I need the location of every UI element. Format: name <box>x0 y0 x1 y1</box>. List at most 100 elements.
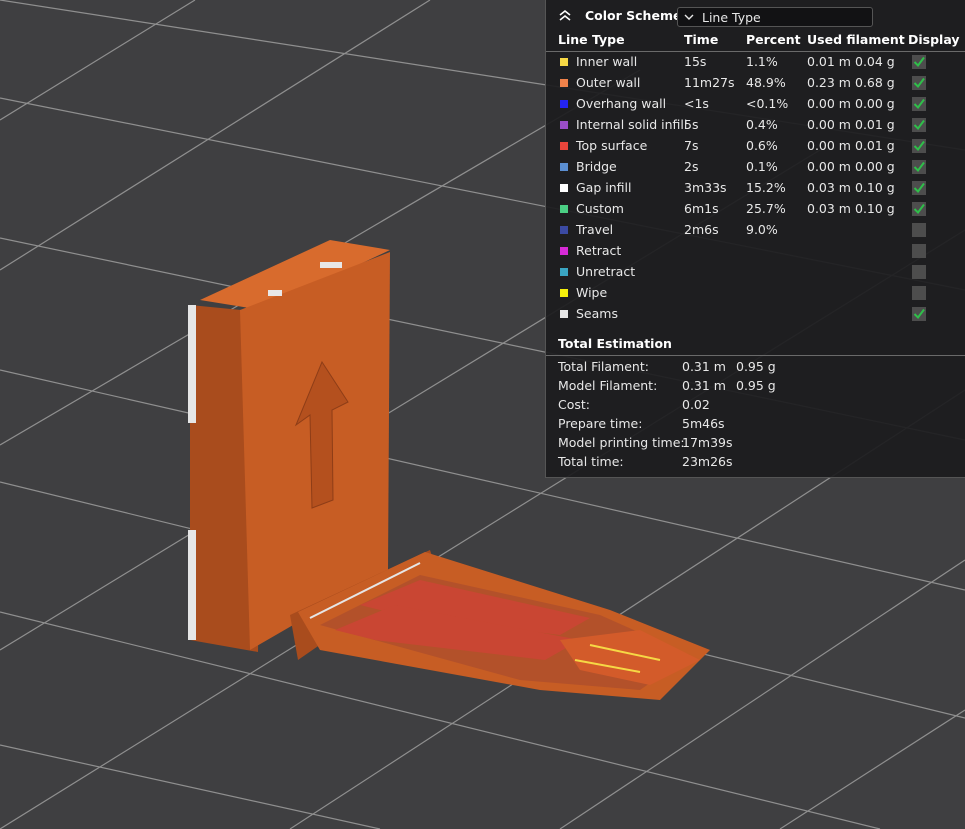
display-checkbox[interactable] <box>912 181 926 195</box>
color-swatch <box>560 268 568 276</box>
total-value: 17m39s <box>682 435 733 450</box>
legend-row[interactable]: Inner wall 15s 1.1% 0.01 m 0.04 g <box>546 52 965 73</box>
check-icon <box>913 161 925 173</box>
line-type-percent: 1.1% <box>746 54 778 69</box>
total-value: 0.31 m <box>682 378 726 393</box>
display-checkbox[interactable] <box>912 118 926 132</box>
color-swatch <box>560 163 568 171</box>
color-swatch <box>560 226 568 234</box>
color-swatch <box>560 310 568 318</box>
total-label: Total time: <box>558 454 624 469</box>
line-type-percent: <0.1% <box>746 96 789 111</box>
check-icon <box>913 140 925 152</box>
line-type-length: 0.00 m <box>807 96 851 111</box>
line-type-name: Seams <box>576 306 618 321</box>
total-row: Model printing time: 17m39s <box>546 434 965 453</box>
legend-row[interactable]: Travel 2m6s 9.0% <box>546 220 965 241</box>
line-type-weight: 0.01 g <box>855 138 895 153</box>
line-type-weight: 0.04 g <box>855 54 895 69</box>
line-type-time: 7s <box>684 138 699 153</box>
col-header-display: Display <box>908 32 960 47</box>
display-checkbox[interactable] <box>912 76 926 90</box>
total-row: Model Filament: 0.31 m 0.95 g <box>546 377 965 396</box>
display-checkbox[interactable] <box>912 265 926 279</box>
display-checkbox[interactable] <box>912 286 926 300</box>
line-type-weight: 0.01 g <box>855 117 895 132</box>
check-icon <box>913 308 925 320</box>
line-type-percent: 48.9% <box>746 75 786 90</box>
check-icon <box>913 203 925 215</box>
totals-divider <box>546 355 965 356</box>
check-icon <box>913 77 925 89</box>
chevron-down-icon <box>684 14 694 20</box>
line-type-time: <1s <box>684 96 709 111</box>
total-row: Cost: 0.02 <box>546 396 965 415</box>
check-icon <box>913 56 925 68</box>
col-header-time: Time <box>684 32 719 47</box>
display-checkbox[interactable] <box>912 223 926 237</box>
line-type-name: Bridge <box>576 159 617 174</box>
line-type-name: Overhang wall <box>576 96 667 111</box>
color-scheme-row: Color Scheme Line Type <box>546 4 965 28</box>
color-swatch <box>560 184 568 192</box>
col-header-used-filament: Used filament <box>807 32 905 47</box>
color-swatch <box>560 100 568 108</box>
collapse-chevron-icon[interactable] <box>558 9 572 21</box>
total-estimation-title: Total Estimation <box>558 336 672 351</box>
check-icon <box>913 119 925 131</box>
legend-row[interactable]: Internal solid infill 5s 0.4% 0.00 m 0.01 g <box>546 115 965 136</box>
line-type-name: Inner wall <box>576 54 638 69</box>
line-type-length: 0.00 m <box>807 138 851 153</box>
legend-row[interactable]: Outer wall 11m27s 48.9% 0.23 m 0.68 g <box>546 73 965 94</box>
total-value: 23m26s <box>682 454 733 469</box>
line-type-time: 3m33s <box>684 180 727 195</box>
total-value: 0.31 m <box>682 359 726 374</box>
color-scheme-label: Color Scheme <box>585 8 682 23</box>
check-icon <box>913 182 925 194</box>
line-type-length: 0.23 m <box>807 75 851 90</box>
line-type-percent: 9.0% <box>746 222 778 237</box>
line-type-percent: 0.6% <box>746 138 778 153</box>
color-swatch <box>560 121 568 129</box>
line-type-length: 0.00 m <box>807 117 851 132</box>
line-type-length: 0.03 m <box>807 201 851 216</box>
line-type-weight: 0.00 g <box>855 159 895 174</box>
legend-row[interactable]: Unretract <box>546 262 965 283</box>
total-row: Prepare time: 5m46s <box>546 415 965 434</box>
display-checkbox[interactable] <box>912 244 926 258</box>
check-icon <box>913 98 925 110</box>
color-swatch <box>560 247 568 255</box>
color-swatch <box>560 142 568 150</box>
display-checkbox[interactable] <box>912 202 926 216</box>
legend-row[interactable]: Overhang wall <1s <0.1% 0.00 m 0.00 g <box>546 94 965 115</box>
line-type-name: Gap infill <box>576 180 632 195</box>
total-value: 5m46s <box>682 416 725 431</box>
line-type-percent: 25.7% <box>746 201 786 216</box>
line-type-name: Outer wall <box>576 75 641 90</box>
line-type-time: 2s <box>684 159 699 174</box>
display-checkbox[interactable] <box>912 55 926 69</box>
color-swatch <box>560 205 568 213</box>
display-checkbox[interactable] <box>912 160 926 174</box>
legend-row[interactable]: Custom 6m1s 25.7% 0.03 m 0.10 g <box>546 199 965 220</box>
legend-row[interactable]: Bridge 2s 0.1% 0.00 m 0.00 g <box>546 157 965 178</box>
line-type-time: 5s <box>684 117 699 132</box>
line-type-percent: 0.4% <box>746 117 778 132</box>
total-value-secondary: 0.95 g <box>736 359 776 374</box>
line-type-time: 6m1s <box>684 201 719 216</box>
line-type-time: 15s <box>684 54 707 69</box>
display-checkbox[interactable] <box>912 139 926 153</box>
legend-row[interactable]: Wipe <box>546 283 965 304</box>
line-type-weight: 0.68 g <box>855 75 895 90</box>
legend-row[interactable]: Top surface 7s 0.6% 0.00 m 0.01 g <box>546 136 965 157</box>
legend-row[interactable]: Seams <box>546 304 965 325</box>
color-swatch <box>560 79 568 87</box>
col-header-percent: Percent <box>746 32 801 47</box>
line-type-weight: 0.00 g <box>855 96 895 111</box>
legend-row[interactable]: Gap infill 3m33s 15.2% 0.03 m 0.10 g <box>546 178 965 199</box>
display-checkbox[interactable] <box>912 97 926 111</box>
display-checkbox[interactable] <box>912 307 926 321</box>
color-scheme-value: Line Type <box>702 10 761 25</box>
color-scheme-dropdown[interactable]: Line Type <box>677 7 873 27</box>
legend-row[interactable]: Retract <box>546 241 965 262</box>
